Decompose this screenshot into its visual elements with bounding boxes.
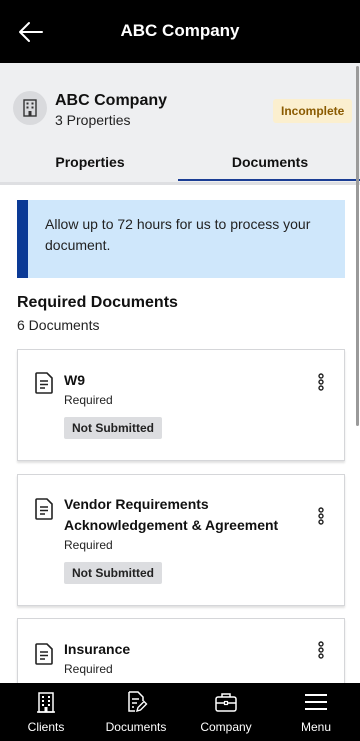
document-requirement: Required [64,538,113,552]
more-vertical-icon[interactable] [316,373,326,391]
document-title: Insurance [64,641,131,657]
document-title: W9 [64,372,85,388]
more-vertical-icon[interactable] [316,507,326,525]
document-status-badge: Not Submitted [64,562,162,584]
content-scroll-area[interactable]: ABC Company 3 Properties Incomplete Prop… [0,63,360,683]
active-tab-indicator [178,179,360,181]
top-app-bar: ABC Company [0,0,360,63]
bottom-navigation: Clients Documents Company Menu [0,683,360,741]
tab-properties[interactable]: Properties [0,143,180,183]
document-icon [35,498,53,520]
company-name: ABC Company [55,92,168,109]
page-title: ABC Company [120,21,240,40]
section-count: 6 Documents [17,317,100,333]
header-divider [0,182,360,185]
nav-documents[interactable]: Documents [96,683,176,741]
document-icon [35,643,53,665]
scrollbar[interactable] [356,66,359,426]
document-title: Vendor Requirements Acknowledgement & Ag… [64,496,279,533]
info-alert-text: Allow up to 72 hours for us to process y… [45,216,311,253]
document-requirement: Required [64,393,113,407]
more-vertical-icon[interactable] [316,641,326,659]
nav-menu[interactable]: Menu [288,683,344,741]
briefcase-icon [215,693,237,712]
hamburger-menu-icon [305,694,327,710]
info-alert: Allow up to 72 hours for us to process y… [17,200,345,278]
tab-documents[interactable]: Documents [180,143,360,183]
building-icon [37,692,55,713]
document-status-badge: Not Submitted [64,417,162,439]
status-badge: Incomplete [273,99,353,123]
tab-bar: Properties Documents [0,143,360,183]
info-alert-accent [17,200,28,278]
nav-clients[interactable]: Clients [16,683,76,741]
building-icon [23,99,37,117]
section-title: Required Documents [17,294,178,311]
document-card-insurance[interactable]: Insurance Required [17,618,345,683]
document-requirement: Required [64,662,113,676]
nav-company[interactable]: Company [191,683,261,741]
document-edit-icon [128,691,148,713]
company-header: ABC Company 3 Properties Incomplete Prop… [0,63,360,183]
nav-company-label: Company [200,720,252,734]
nav-clients-label: Clients [27,720,65,734]
company-properties-count: 3 Properties [55,112,131,128]
nav-documents-label: Documents [105,720,167,734]
nav-menu-label: Menu [300,720,332,734]
document-icon [35,372,53,394]
document-card-vendor-requirements[interactable]: Vendor Requirements Acknowledgement & Ag… [17,474,345,606]
company-avatar [13,91,47,125]
document-card-w9[interactable]: W9 Required Not Submitted [17,349,345,461]
